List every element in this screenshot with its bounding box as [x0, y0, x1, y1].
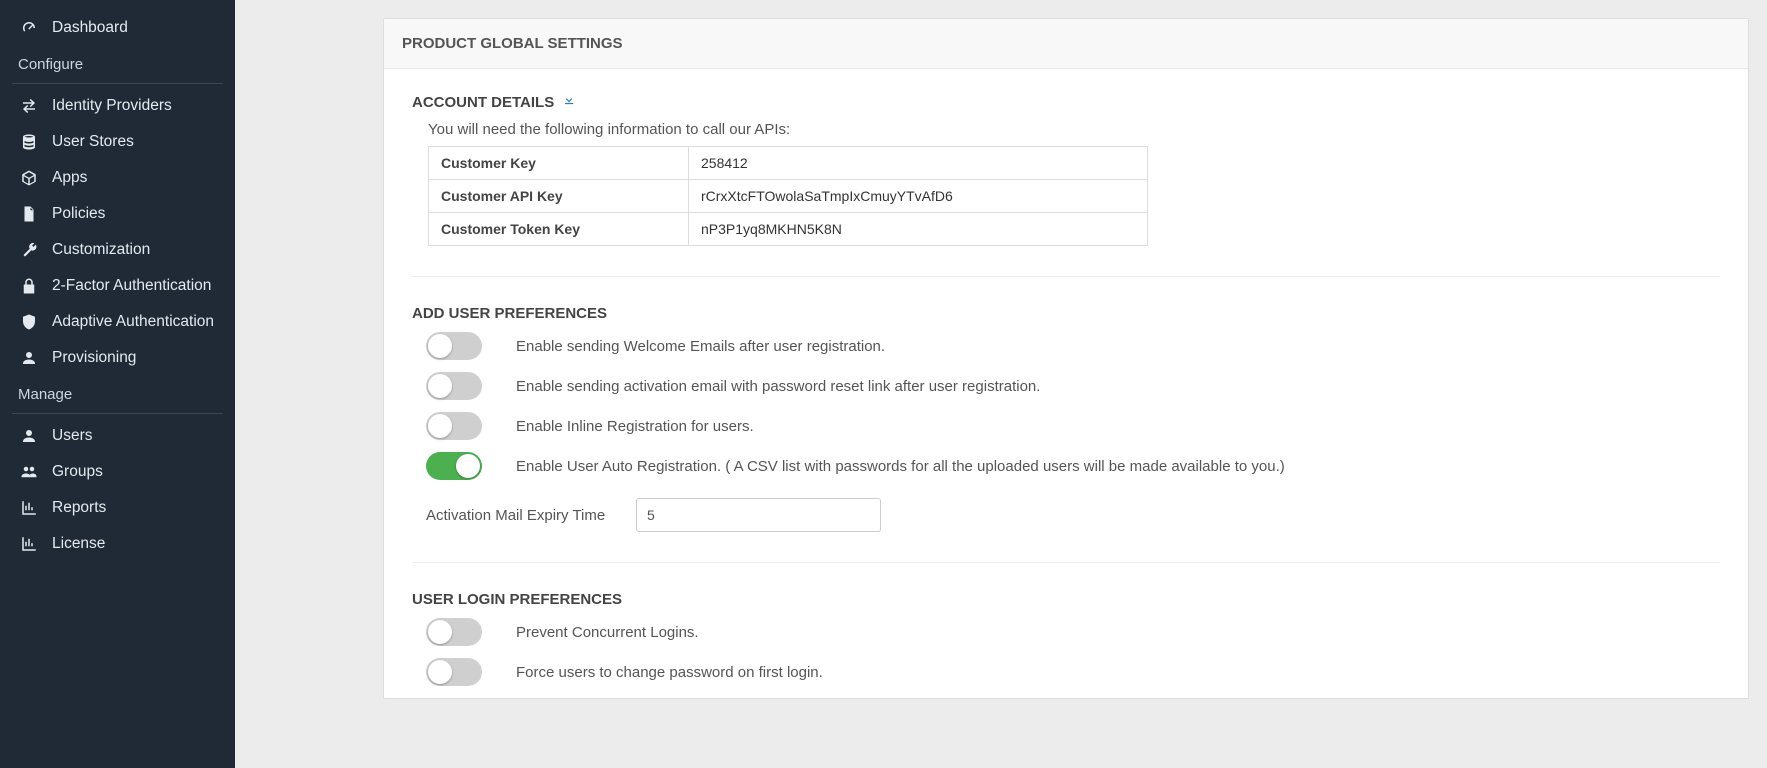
sidebar-item-2-factor-authentication[interactable]: 2-Factor Authentication [0, 268, 235, 304]
sidebar-item-policies[interactable]: Policies [0, 196, 235, 232]
document-icon [18, 205, 40, 223]
activation-expiry-row: Activation Mail Expiry Time [426, 498, 1720, 532]
sidebar: Dashboard Configure Identity Providers User… [0, 0, 235, 768]
login-pref-toggle-1[interactable] [426, 658, 482, 686]
sidebar-item-label: Reports [52, 499, 106, 517]
add-user-pref-toggle-2[interactable] [426, 412, 482, 440]
sidebar-item-label: Adaptive Authentication [52, 313, 214, 331]
user-login-prefs-title: USER LOGIN PREFERENCES [412, 591, 1720, 608]
sidebar-item-label: Policies [52, 205, 105, 223]
sidebar-item-label: Dashboard [52, 19, 128, 37]
sidebar-divider [12, 83, 223, 84]
settings-panel: PRODUCT GLOBAL SETTINGS ACCOUNT DETAILS … [383, 18, 1749, 699]
sidebar-item-dashboard[interactable]: Dashboard [0, 10, 235, 46]
section-divider [412, 562, 1720, 563]
user-icon [18, 349, 40, 367]
sidebar-item-user-stores[interactable]: User Stores [0, 124, 235, 160]
table-row: Customer Token KeynP3P1yq8MKHN5K8N [429, 213, 1148, 246]
sidebar-item-label: 2-Factor Authentication [52, 277, 211, 295]
wrench-icon [18, 241, 40, 259]
section-divider [412, 276, 1720, 277]
sidebar-item-label: User Stores [52, 133, 134, 151]
chart-icon [18, 535, 40, 553]
add-user-pref-label: Enable sending Welcome Emails after user… [516, 338, 885, 355]
activation-expiry-input[interactable] [636, 498, 881, 532]
exchange-icon [18, 97, 40, 115]
add-user-pref-label: Enable sending activation email with pas… [516, 378, 1040, 395]
login-pref-label: Prevent Concurrent Logins. [516, 624, 699, 641]
account-details-table: Customer Key258412Customer API KeyrCrxXt… [428, 146, 1148, 246]
add-user-prefs-title: ADD USER PREFERENCES [412, 305, 1720, 322]
add-user-pref-row: Enable sending activation email with pas… [426, 372, 1720, 400]
add-user-pref-row: Enable sending Welcome Emails after user… [426, 332, 1720, 360]
sidebar-item-customization[interactable]: Customization [0, 232, 235, 268]
detail-key: Customer Token Key [429, 213, 689, 246]
table-row: Customer Key258412 [429, 147, 1148, 180]
detail-key: Customer Key [429, 147, 689, 180]
detail-value: 258412 [689, 147, 1148, 180]
sidebar-item-label: Customization [52, 241, 150, 259]
login-pref-row: Force users to change password on first … [426, 658, 1720, 686]
detail-key: Customer API Key [429, 180, 689, 213]
users-icon [18, 463, 40, 481]
sidebar-item-adaptive-authentication[interactable]: Adaptive Authentication [0, 304, 235, 340]
sidebar-item-label: License [52, 535, 105, 553]
sidebar-item-groups[interactable]: Groups [0, 454, 235, 490]
add-user-pref-toggle-3[interactable] [426, 452, 482, 480]
panel-title: PRODUCT GLOBAL SETTINGS [384, 19, 1748, 69]
sidebar-item-identity-providers[interactable]: Identity Providers [0, 88, 235, 124]
sidebar-item-apps[interactable]: Apps [0, 160, 235, 196]
add-user-pref-toggle-0[interactable] [426, 332, 482, 360]
main-content: PRODUCT GLOBAL SETTINGS ACCOUNT DETAILS … [235, 0, 1767, 768]
sidebar-item-reports[interactable]: Reports [0, 490, 235, 526]
account-details-title: ACCOUNT DETAILS [412, 93, 1720, 111]
add-user-pref-row: Enable User Auto Registration. ( A CSV l… [426, 452, 1720, 480]
sidebar-item-label: Apps [52, 169, 87, 187]
user-icon [18, 427, 40, 445]
download-icon[interactable] [562, 94, 576, 111]
sidebar-item-license[interactable]: License [0, 526, 235, 562]
login-pref-label: Force users to change password on first … [516, 664, 823, 681]
lock-icon [18, 277, 40, 295]
sidebar-item-label: Identity Providers [52, 97, 172, 115]
shield-icon [18, 313, 40, 331]
account-details-desc: You will need the following information … [428, 121, 1720, 138]
sidebar-item-users[interactable]: Users [0, 418, 235, 454]
sidebar-item-label: Users [52, 427, 92, 445]
gauge-icon [18, 19, 40, 37]
activation-expiry-label: Activation Mail Expiry Time [426, 507, 636, 524]
database-icon [18, 133, 40, 151]
sidebar-item-provisioning[interactable]: Provisioning [0, 340, 235, 376]
sidebar-header-manage: Manage [0, 376, 235, 411]
login-pref-toggle-0[interactable] [426, 618, 482, 646]
panel-body: ACCOUNT DETAILS You will need the follow… [384, 69, 1748, 686]
chart-icon [18, 499, 40, 517]
sidebar-item-label: Groups [52, 463, 103, 481]
add-user-pref-label: Enable Inline Registration for users. [516, 418, 754, 435]
sidebar-divider [12, 413, 223, 414]
add-user-pref-label: Enable User Auto Registration. ( A CSV l… [516, 458, 1285, 475]
detail-value: nP3P1yq8MKHN5K8N [689, 213, 1148, 246]
login-pref-row: Prevent Concurrent Logins. [426, 618, 1720, 646]
sidebar-header-configure: Configure [0, 46, 235, 81]
table-row: Customer API KeyrCrxXtcFTOwolaSaTmpIxCmu… [429, 180, 1148, 213]
sidebar-item-label: Provisioning [52, 349, 136, 367]
detail-value: rCrxXtcFTOwolaSaTmpIxCmuyYTvAfD6 [689, 180, 1148, 213]
add-user-pref-row: Enable Inline Registration for users. [426, 412, 1720, 440]
account-details-title-text: ACCOUNT DETAILS [412, 94, 554, 111]
add-user-pref-toggle-1[interactable] [426, 372, 482, 400]
cube-icon [18, 169, 40, 187]
